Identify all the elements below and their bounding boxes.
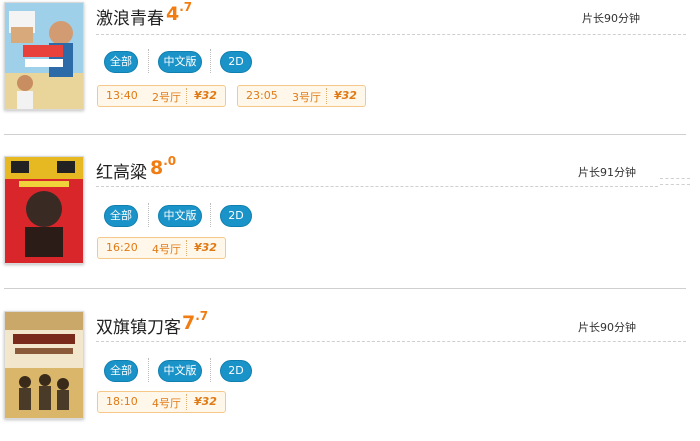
tag-2d[interactable]: 2D: [220, 205, 252, 227]
movie-poster[interactable]: [4, 311, 84, 419]
showtime-price: ¥32: [194, 241, 217, 254]
tag-2d[interactable]: 2D: [220, 360, 252, 382]
dotted-divider: [96, 341, 686, 342]
showtime-time: 13:40: [106, 89, 138, 102]
movie-title[interactable]: 激浪青春: [96, 4, 164, 29]
score-integer: 8: [150, 157, 164, 179]
movie-item: 双旗镇刀客 7.7 片长90分钟 全部 中文版 2D 18:10 4号厅 ¥32: [0, 309, 700, 441]
movie-duration: 片长91分钟: [578, 166, 636, 179]
movie-duration: 片长90分钟: [582, 12, 640, 25]
score-integer: 4: [166, 3, 180, 25]
movie-score: 4.7: [166, 0, 192, 25]
movie-score: 8.0: [150, 154, 176, 179]
tag-separator: [210, 358, 211, 382]
tag-chinese-version[interactable]: 中文版: [158, 51, 202, 73]
tag-chinese-version[interactable]: 中文版: [158, 360, 202, 382]
showtime-time: 16:20: [106, 241, 138, 254]
showtime-hall: 3号厅: [292, 91, 321, 104]
movie-item: 红高粱 8.0 片长91分钟 全部 中文版 2D 16:20 4号厅 ¥32: [0, 154, 700, 286]
score-decimal: .0: [163, 154, 177, 168]
showtime-price: ¥32: [194, 395, 217, 408]
movie-item: 激浪青春 4.7 片长90分钟 全部 中文版 2D 13:40 2号厅 ¥32 …: [0, 0, 700, 132]
score-decimal: .7: [195, 309, 209, 323]
showtime-price: ¥32: [194, 89, 217, 102]
score-decimal: .7: [179, 0, 193, 14]
tag-2d[interactable]: 2D: [220, 51, 252, 73]
movie-title[interactable]: 红高粱: [96, 158, 147, 183]
movie-score: 7.7: [182, 309, 208, 334]
showtime-hall: 4号厅: [152, 243, 181, 256]
movie-title[interactable]: 双旗镇刀客: [96, 313, 181, 338]
showtime-hall: 2号厅: [152, 91, 181, 104]
showtime-divider: [186, 88, 187, 104]
dotted-divider: [660, 184, 690, 185]
dotted-divider: [96, 34, 686, 35]
tag-separator: [210, 49, 211, 73]
section-divider: [4, 134, 686, 135]
showtime-button[interactable]: 16:20 4号厅 ¥32: [97, 237, 226, 259]
dotted-divider: [660, 178, 690, 179]
tag-separator: [148, 203, 149, 227]
tag-chinese-version[interactable]: 中文版: [158, 205, 202, 227]
score-integer: 7: [182, 312, 196, 334]
showtime-divider: [326, 88, 327, 104]
tag-all[interactable]: 全部: [104, 51, 138, 73]
showtime-button[interactable]: 13:40 2号厅 ¥32: [97, 85, 226, 107]
showtime-time: 23:05: [246, 89, 278, 102]
showtime-hall: 4号厅: [152, 397, 181, 410]
movie-duration: 片长90分钟: [578, 321, 636, 334]
tag-all[interactable]: 全部: [104, 360, 138, 382]
dotted-divider: [96, 186, 658, 187]
tag-separator: [148, 358, 149, 382]
tag-all[interactable]: 全部: [104, 205, 138, 227]
showtime-button[interactable]: 23:05 3号厅 ¥32: [237, 85, 366, 107]
tag-separator: [210, 203, 211, 227]
section-divider: [4, 288, 686, 289]
showtime-price: ¥32: [334, 89, 357, 102]
movie-poster[interactable]: [4, 2, 84, 110]
showtime-divider: [186, 394, 187, 410]
showtime-button[interactable]: 18:10 4号厅 ¥32: [97, 391, 226, 413]
movie-poster[interactable]: [4, 156, 84, 264]
showtime-time: 18:10: [106, 395, 138, 408]
tag-separator: [148, 49, 149, 73]
showtime-divider: [186, 240, 187, 256]
